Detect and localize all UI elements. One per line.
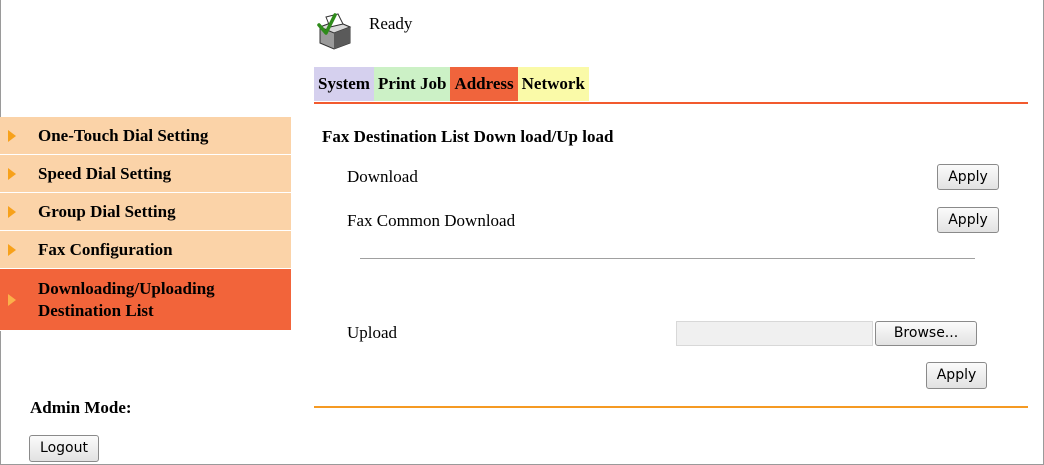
upload-apply-button[interactable]: Apply [926, 362, 987, 389]
sidebar-item-label: One-Touch Dial Setting [38, 126, 209, 145]
fax-common-download-label: Fax Common Download [347, 211, 516, 230]
arrow-right-icon [8, 167, 16, 180]
sidebar-item-group-dial[interactable]: Group Dial Setting [0, 193, 291, 231]
printer-icon [317, 13, 352, 50]
logout-button[interactable]: Logout [29, 435, 99, 462]
status-text: Ready [369, 14, 413, 33]
sidebar: One-Touch Dial Setting Speed Dial Settin… [0, 117, 291, 331]
arrow-right-icon [8, 293, 16, 306]
arrow-right-icon [8, 129, 16, 142]
tab-underline [314, 102, 1028, 104]
tab-print-job[interactable]: Print Job [373, 67, 451, 101]
sidebar-item-label-line1: Downloading/Uploading [38, 279, 215, 298]
download-apply-button[interactable]: Apply [937, 164, 999, 190]
sidebar-item-label: Group Dial Setting [38, 202, 176, 221]
arrow-right-icon [8, 205, 16, 218]
upload-file-field[interactable] [676, 321, 873, 346]
sidebar-item-label-line2: Destination List [38, 301, 154, 320]
fax-common-download-apply-button[interactable]: Apply [937, 207, 999, 233]
sidebar-item-fax-configuration[interactable]: Fax Configuration [0, 231, 291, 269]
sidebar-item-one-touch-dial[interactable]: One-Touch Dial Setting [0, 117, 291, 155]
upload-label: Upload [347, 323, 398, 342]
bottom-divider [314, 406, 1028, 408]
tab-network[interactable]: Network [517, 67, 589, 101]
browse-button[interactable]: Browse... [875, 321, 977, 346]
tab-address[interactable]: Address [450, 67, 518, 101]
sidebar-item-download-upload-destination[interactable]: Downloading/Uploading Destination List [0, 269, 291, 331]
tab-bar: System Print Job Address Network [314, 67, 589, 101]
page-title: Fax Destination List Down load/Up load [322, 127, 614, 146]
arrow-right-icon [8, 243, 16, 256]
tab-system[interactable]: System [314, 67, 374, 101]
download-label: Download [347, 167, 418, 186]
divider [360, 258, 975, 259]
admin-mode-label: Admin Mode: [30, 398, 132, 417]
sidebar-item-speed-dial[interactable]: Speed Dial Setting [0, 155, 291, 193]
sidebar-item-label: Speed Dial Setting [38, 164, 172, 183]
sidebar-item-label: Fax Configuration [38, 240, 173, 259]
